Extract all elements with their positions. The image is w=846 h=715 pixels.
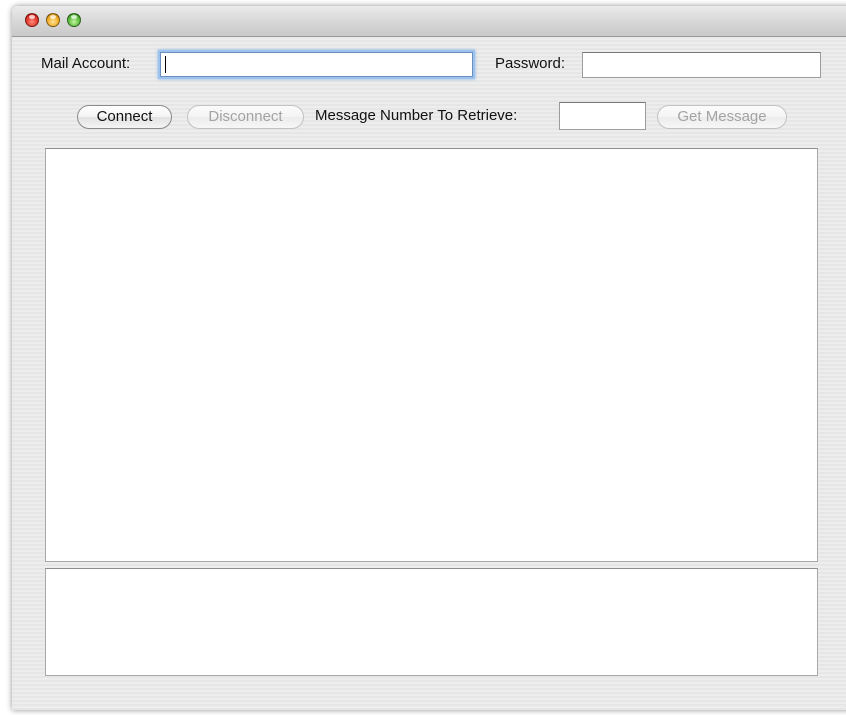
minimize-window-button[interactable] (46, 13, 60, 27)
title-bar[interactable] (12, 6, 846, 37)
zoom-window-button[interactable] (67, 13, 81, 27)
disconnect-button[interactable]: Disconnect (187, 105, 304, 129)
message-display-area[interactable] (45, 148, 818, 562)
password-label: Password: (495, 55, 566, 72)
connect-button[interactable]: Connect (77, 105, 172, 129)
close-window-button[interactable] (25, 13, 39, 27)
password-field[interactable] (582, 52, 821, 78)
mail-account-label: Mail Account: (41, 55, 131, 72)
app-window: Mail Account: Password: Connect Disconne… (12, 6, 846, 710)
message-number-field[interactable] (559, 102, 646, 130)
status-log-area[interactable] (45, 568, 818, 676)
mail-account-field[interactable] (160, 52, 473, 77)
text-caret (165, 56, 166, 73)
get-message-button[interactable]: Get Message (657, 105, 787, 129)
message-number-label: Message Number To Retrieve: (315, 107, 518, 124)
